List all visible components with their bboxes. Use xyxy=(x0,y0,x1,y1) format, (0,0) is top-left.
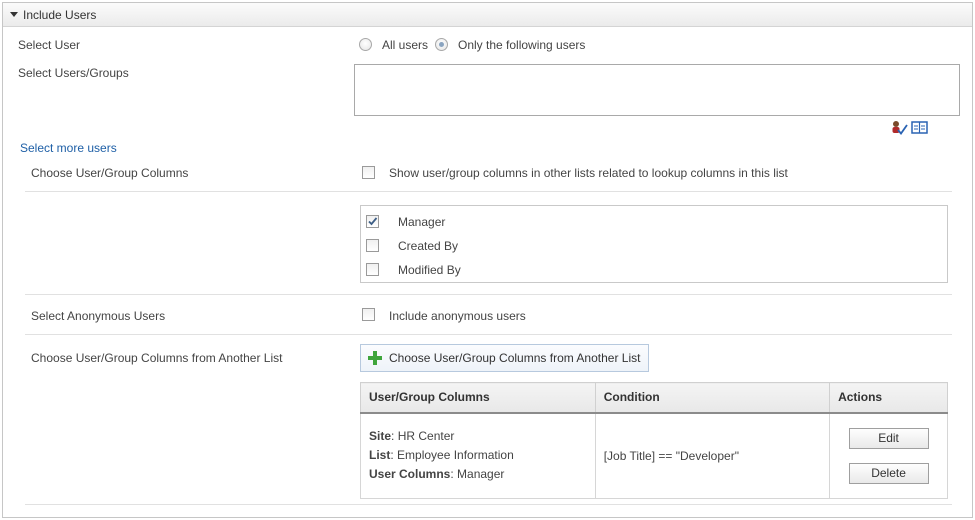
column-checkbox-manager[interactable] xyxy=(366,215,379,228)
include-anonymous-checkbox[interactable] xyxy=(362,308,375,321)
people-picker-icons xyxy=(892,121,928,135)
address-book-icon[interactable] xyxy=(911,121,928,134)
radio-all-users-label[interactable]: All users xyxy=(382,38,428,52)
user-columns-line: User Columns: Manager xyxy=(369,467,505,482)
divider xyxy=(25,191,952,192)
cell-actions: Edit Delete xyxy=(829,412,948,499)
include-users-panel: Include Users Select User All users Only… xyxy=(2,2,973,518)
column-checkbox-modified-by[interactable] xyxy=(366,263,379,276)
list-line: List: Employee Information xyxy=(369,448,514,463)
table-header-row: User/Group Columns Condition Actions xyxy=(360,382,948,414)
header-actions: Actions xyxy=(829,382,948,414)
choose-columns-another-list-button[interactable]: Choose User/Group Columns from Another L… xyxy=(360,344,649,372)
user-columns-value: Manager xyxy=(457,467,505,482)
include-users-header[interactable]: Include Users xyxy=(3,3,972,27)
show-related-columns-checkbox[interactable] xyxy=(362,166,375,179)
header-condition: Condition xyxy=(594,382,831,414)
checkmark-icon xyxy=(368,217,378,226)
select-more-users-link[interactable]: Select more users xyxy=(20,141,117,155)
column-label-modified-by[interactable]: Modified By xyxy=(398,263,461,277)
include-anonymous-label[interactable]: Include anonymous users xyxy=(389,309,526,323)
site-line: Site: HR Center xyxy=(369,429,455,444)
radio-all-users[interactable] xyxy=(359,38,372,51)
table-row: Site: HR Center List: Employee Informati… xyxy=(360,412,948,499)
collapse-caret-icon[interactable] xyxy=(10,12,18,17)
choose-columns-label: Choose User/Group Columns xyxy=(31,166,189,180)
column-checkbox-created-by[interactable] xyxy=(366,239,379,252)
user-columns-list: Manager Created By Modified By xyxy=(360,205,948,283)
users-groups-input[interactable] xyxy=(354,64,960,116)
column-label-created-by[interactable]: Created By xyxy=(398,239,458,253)
choose-columns-another-list-button-label: Choose User/Group Columns from Another L… xyxy=(389,351,641,365)
columns-table: User/Group Columns Condition Actions Sit… xyxy=(360,382,948,499)
cell-condition: [Job Title] == "Developer" xyxy=(594,412,831,499)
list-value: Employee Information xyxy=(397,448,514,463)
divider xyxy=(25,334,952,335)
radio-only-following-users[interactable] xyxy=(435,38,448,51)
divider xyxy=(25,294,952,295)
check-names-icon[interactable] xyxy=(892,121,908,135)
radio-only-following-users-label[interactable]: Only the following users xyxy=(458,38,585,52)
anonymous-users-label: Select Anonymous Users xyxy=(31,309,166,323)
cell-user-group-columns: Site: HR Center List: Employee Informati… xyxy=(360,412,596,499)
delete-button[interactable]: Delete xyxy=(848,462,929,484)
divider xyxy=(25,504,952,505)
add-icon xyxy=(368,351,382,365)
site-value: HR Center xyxy=(397,429,455,444)
column-label-manager[interactable]: Manager xyxy=(398,215,445,229)
edit-button[interactable]: Edit xyxy=(848,427,929,449)
header-user-group-columns: User/Group Columns xyxy=(360,382,596,414)
show-related-columns-label[interactable]: Show user/group columns in other lists r… xyxy=(389,166,788,180)
select-users-groups-label: Select Users/Groups xyxy=(18,66,129,80)
another-list-label: Choose User/Group Columns from Another L… xyxy=(31,351,283,365)
section-title: Include Users xyxy=(23,7,97,22)
select-user-label: Select User xyxy=(18,38,81,52)
